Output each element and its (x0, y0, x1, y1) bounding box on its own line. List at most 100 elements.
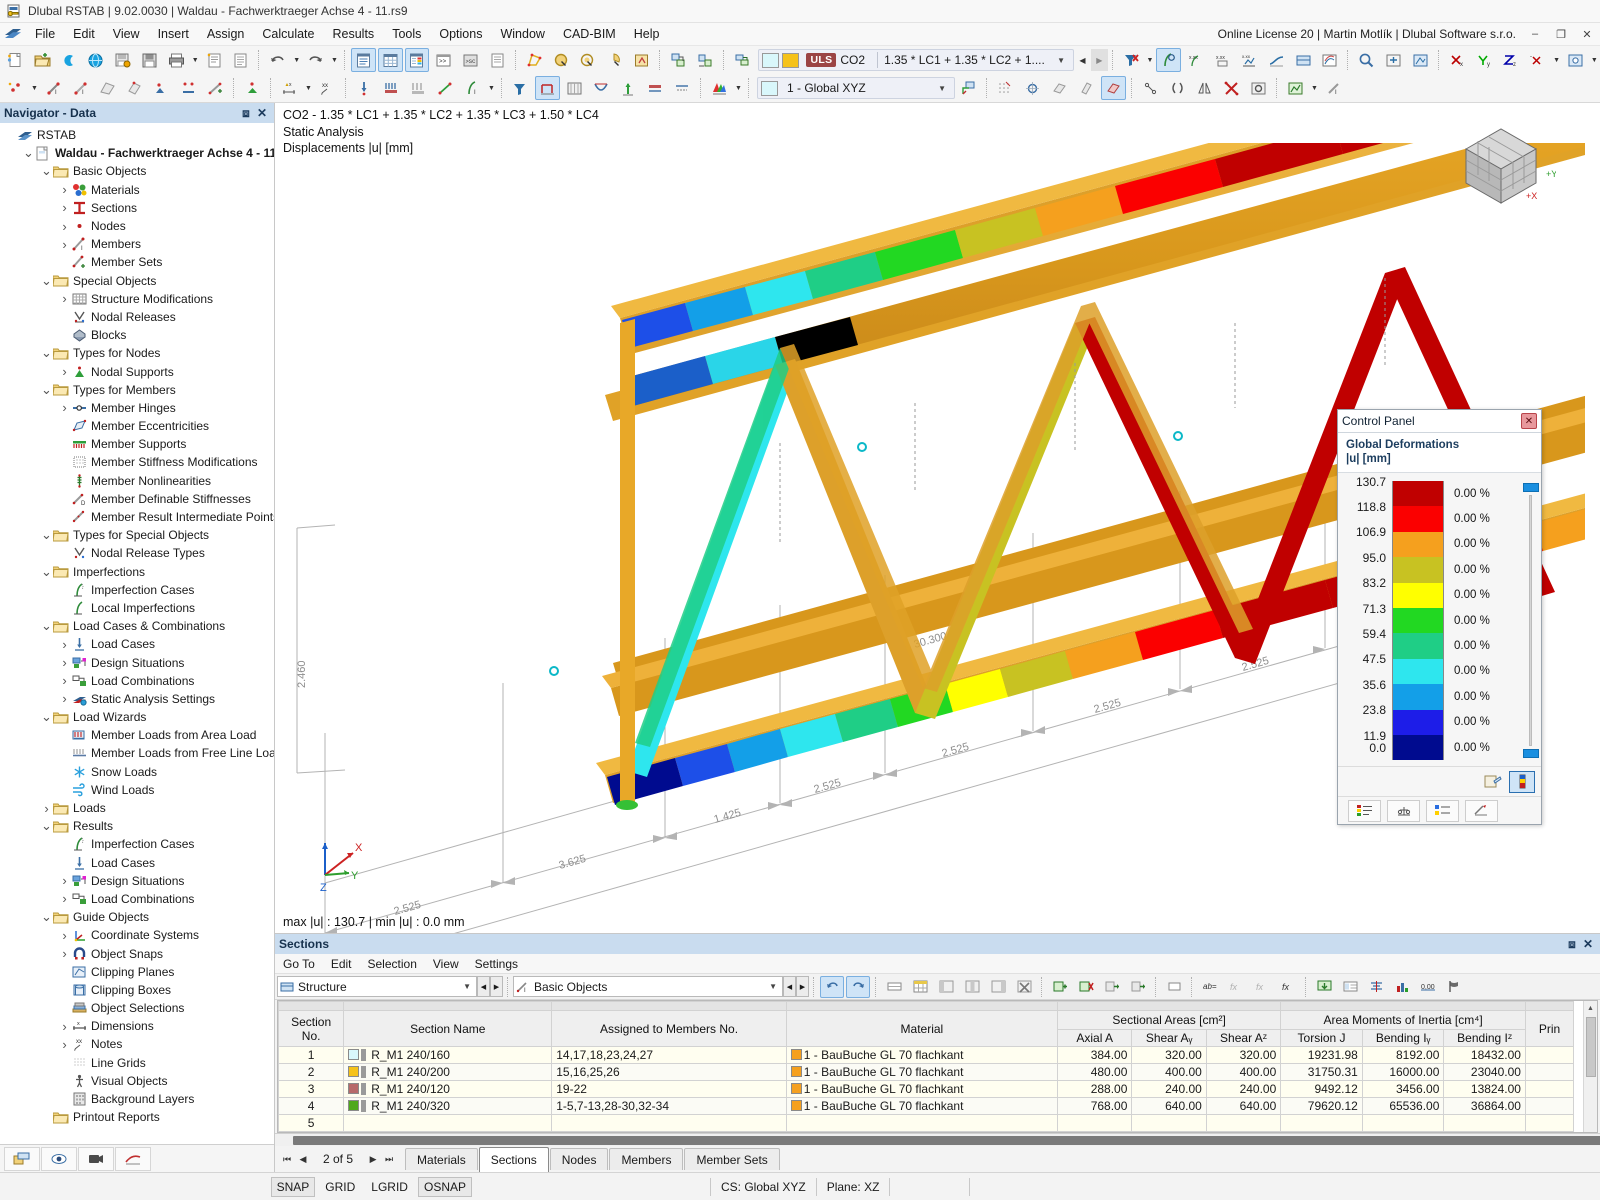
cell-material[interactable]: 1 - BauBuche GL 70 flachkant (785, 1063, 1058, 1081)
cell-principal[interactable] (1524, 1063, 1575, 1081)
cell-bending-iz[interactable]: 18432.00 (1443, 1046, 1526, 1064)
navigator-tab-data-icon[interactable] (4, 1146, 40, 1171)
col-torsion-j[interactable]: Torsion J (1280, 1029, 1363, 1047)
dimension-linear-icon[interactable]: x (277, 76, 302, 100)
document-icon[interactable] (229, 48, 254, 72)
col-shear-ay[interactable]: Shear Aᵧ (1131, 1029, 1207, 1047)
values-display-icon[interactable]: x.xx (1183, 48, 1208, 72)
cell-material[interactable] (785, 1114, 1058, 1132)
chevron-right-icon[interactable]: › (58, 291, 71, 306)
view-y-icon[interactable]: y (1472, 48, 1497, 72)
table-column-right-icon[interactable] (986, 976, 1010, 998)
sidebar-item-load-cases[interactable]: Load Cases (0, 854, 274, 872)
insert-row-icon[interactable] (1048, 976, 1072, 998)
cell-principal[interactable] (1524, 1080, 1575, 1098)
status-lgrid[interactable]: LGRID (365, 1177, 414, 1197)
table-close-column-icon[interactable] (1012, 976, 1036, 998)
work-plane-xz-icon[interactable] (1101, 76, 1126, 100)
factors-tab-icon[interactable] (1387, 799, 1420, 822)
cell-bending-iz[interactable]: 13824.00 (1443, 1080, 1526, 1098)
save-as-icon[interactable] (110, 48, 135, 72)
results-on-surface-icon[interactable] (1291, 48, 1316, 72)
zoom-all-icon[interactable] (1381, 48, 1406, 72)
control-panel-icon[interactable] (404, 48, 430, 72)
member-load-icon[interactable] (379, 76, 404, 100)
sections-table-body[interactable]: 1 R_M1 240/160 14,17,18,23,24,27 1 - BauBuc… (278, 1046, 1575, 1132)
chevron-down-icon[interactable]: ▼ (463, 982, 474, 991)
work-plane-yz-icon[interactable] (1074, 76, 1099, 100)
table-undo-icon[interactable] (820, 975, 844, 998)
legend-scale-icon[interactable] (1509, 770, 1535, 793)
tables-panel-icon[interactable] (377, 48, 403, 72)
model-viewport[interactable]: CO2 - 1.35 * LC1 + 1.35 * LC2 + 1.35 * L… (275, 103, 1600, 934)
object-next-button[interactable]: ▶ (796, 976, 809, 997)
cell-shear-ay[interactable]: 240.00 (1131, 1080, 1207, 1098)
menu-settings[interactable]: Settings (467, 955, 526, 973)
legend-color-swatch[interactable] (1392, 557, 1444, 583)
grid-snap-icon[interactable] (993, 76, 1018, 100)
chevron-down-icon[interactable]: ▼ (1052, 56, 1070, 65)
cell-torsion-j[interactable]: 19231.98 (1280, 1046, 1363, 1064)
table-column-left-icon[interactable] (934, 976, 958, 998)
sidebar-item-special-objects[interactable]: ⌄ Special Objects (0, 272, 274, 290)
new-node-icon[interactable] (3, 76, 28, 100)
cell-axial-a[interactable]: 288.00 (1056, 1080, 1133, 1098)
design-module-icon[interactable] (1283, 76, 1308, 100)
col-axial-a[interactable]: Axial A (1056, 1029, 1133, 1047)
coordinate-system-combo[interactable]: 1 - Global XYZ ▼ (757, 77, 955, 99)
chart-icon[interactable] (1390, 976, 1414, 998)
close-button[interactable]: ✕ (1574, 28, 1600, 41)
navigator-tree[interactable]: RSTAB ⌄ Waldau - Fachwerktraeger Achse 4 -… (0, 123, 274, 1144)
cell-material[interactable]: 1 - BauBuche GL 70 flachkant (785, 1046, 1058, 1064)
work-plane-xy-icon[interactable] (1047, 76, 1072, 100)
formula-fx-icon[interactable]: fx (1224, 976, 1248, 998)
status-grid[interactable]: GRID (319, 1177, 361, 1197)
cell-shear-az[interactable]: 400.00 (1205, 1063, 1282, 1081)
menu-edit-table[interactable]: Edit (323, 955, 360, 973)
chevron-down-icon[interactable]: ⌄ (40, 910, 53, 923)
print-icon[interactable] (164, 48, 189, 72)
calculate-icon[interactable] (508, 76, 533, 100)
member-support-new-icon[interactable] (176, 76, 201, 100)
dimension-dropdown-arrow-icon[interactable]: ▼ (303, 76, 314, 100)
sidebar-item-types-for-nodes[interactable]: ⌄ Types for Nodes (0, 344, 274, 362)
undock-icon[interactable]: ⧈ (1564, 937, 1580, 952)
nodal-load-icon[interactable] (352, 76, 377, 100)
color-scale-tab-icon[interactable] (1348, 799, 1381, 822)
design-dropdown-arrow-icon[interactable]: ▼ (1309, 76, 1320, 100)
sidebar-item-load-combinations[interactable]: › Load Combinations (0, 672, 274, 690)
new-solid-icon[interactable] (122, 76, 147, 100)
prev-page-button[interactable]: ◀ (295, 1154, 311, 1165)
cell-torsion-j[interactable] (1280, 1114, 1363, 1132)
legend-slider[interactable] (1523, 481, 1540, 760)
new-member-alt-icon[interactable]: I (68, 76, 93, 100)
select-ring-icon[interactable] (576, 48, 601, 72)
next-load-case-button[interactable]: ▶ (1090, 49, 1108, 71)
cell-principal[interactable] (1524, 1046, 1575, 1064)
cs-edit-icon[interactable] (956, 76, 981, 100)
menu-options[interactable]: Options (430, 24, 491, 44)
new-member-icon[interactable]: I (41, 76, 66, 100)
formula-fx3-icon[interactable]: fx (1276, 976, 1300, 998)
control-panel[interactable]: Control Panel ✕ Global Deformations |u| … (1337, 409, 1542, 826)
col-material[interactable]: Material (785, 1010, 1058, 1047)
cell-principal[interactable] (1524, 1114, 1575, 1132)
cell-material[interactable]: 1 - BauBuche GL 70 flachkant (785, 1080, 1058, 1098)
cell-axial-a[interactable]: 480.00 (1056, 1063, 1133, 1081)
sidebar-item-load-cases[interactable]: › Load Cases (0, 635, 274, 653)
select-box-icon[interactable] (629, 48, 654, 72)
table-row[interactable]: 4 R_M1 240/320 1-5,7-13,28-30,32-34 1 - Bau… (278, 1097, 1575, 1115)
sidebar-item-member-loads-from-area-load[interactable]: Member Loads from Area Load (0, 726, 274, 744)
sidebar-item-visual-objects[interactable]: Visual Objects (0, 1072, 274, 1090)
sidebar-item-member-stiffness-modifications[interactable]: Member Stiffness Modifications (0, 453, 274, 471)
sidebar-item-nodal-supports[interactable]: › Nodal Supports (0, 362, 274, 380)
status-snap[interactable]: SNAP (270, 1176, 316, 1197)
filter-tab-icon[interactable] (1465, 799, 1498, 822)
printout-report-icon[interactable] (202, 48, 227, 72)
undo-dropdown-arrow-icon[interactable]: ▼ (291, 48, 302, 72)
chevron-down-icon[interactable]: ⌄ (22, 146, 35, 159)
chevron-right-icon[interactable]: › (58, 637, 71, 652)
sidebar-item-coordinate-systems[interactable]: › Coordinate Systems (0, 926, 274, 944)
redo-dropdown-arrow-icon[interactable]: ▼ (329, 48, 340, 72)
table-column-mid-icon[interactable] (960, 976, 984, 998)
